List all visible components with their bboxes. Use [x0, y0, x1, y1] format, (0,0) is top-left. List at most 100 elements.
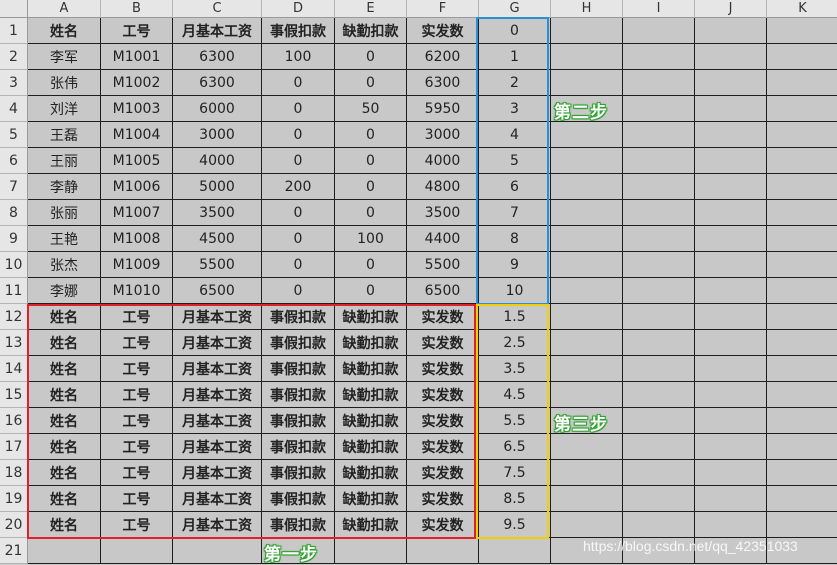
cell-i18[interactable] [623, 460, 695, 486]
cell-j10[interactable] [695, 252, 767, 278]
cell-a12[interactable]: 姓名 [28, 304, 101, 330]
cell-b13[interactable]: 工号 [101, 330, 173, 356]
cell-b20[interactable]: 工号 [101, 512, 173, 538]
cell-f5[interactable]: 3000 [407, 122, 479, 148]
cell-a16[interactable]: 姓名 [28, 408, 101, 434]
cell-k12[interactable] [767, 304, 837, 330]
row-header-19[interactable]: 19 [0, 486, 28, 512]
select-all-corner[interactable] [0, 0, 28, 18]
cell-a7[interactable]: 李静 [28, 174, 101, 200]
cell-b8[interactable]: M1007 [101, 200, 173, 226]
cell-g12[interactable]: 1.5 [479, 304, 551, 330]
cell-b17[interactable]: 工号 [101, 434, 173, 460]
cell-j15[interactable] [695, 382, 767, 408]
cell-f21[interactable] [407, 538, 479, 564]
row-header-15[interactable]: 15 [0, 382, 28, 408]
cell-g4[interactable]: 3 [479, 96, 551, 122]
cell-c16[interactable]: 月基本工资 [173, 408, 262, 434]
column-header-i[interactable]: I [623, 0, 695, 18]
cell-c19[interactable]: 月基本工资 [173, 486, 262, 512]
column-header-d[interactable]: D [262, 0, 335, 18]
cell-c14[interactable]: 月基本工资 [173, 356, 262, 382]
cell-g10[interactable]: 9 [479, 252, 551, 278]
cell-e6[interactable]: 0 [335, 148, 407, 174]
cell-g20[interactable]: 9.5 [479, 512, 551, 538]
column-header-b[interactable]: B [101, 0, 173, 18]
cell-b15[interactable]: 工号 [101, 382, 173, 408]
cell-i20[interactable] [623, 512, 695, 538]
cell-a1[interactable]: 姓名 [28, 18, 101, 44]
cell-c10[interactable]: 5500 [173, 252, 262, 278]
cell-k1[interactable] [767, 18, 837, 44]
cell-c8[interactable]: 3500 [173, 200, 262, 226]
cell-c5[interactable]: 3000 [173, 122, 262, 148]
cell-c13[interactable]: 月基本工资 [173, 330, 262, 356]
cell-a14[interactable]: 姓名 [28, 356, 101, 382]
cell-j5[interactable] [695, 122, 767, 148]
row-header-21[interactable]: 21 [0, 538, 28, 564]
cell-f20[interactable]: 实发数 [407, 512, 479, 538]
cell-g11[interactable]: 10 [479, 278, 551, 304]
cell-g8[interactable]: 7 [479, 200, 551, 226]
cell-i15[interactable] [623, 382, 695, 408]
cell-d9[interactable]: 0 [262, 226, 335, 252]
cell-h10[interactable] [551, 252, 623, 278]
cell-d3[interactable]: 0 [262, 70, 335, 96]
cell-d12[interactable]: 事假扣款 [262, 304, 335, 330]
cell-i14[interactable] [623, 356, 695, 382]
cell-a8[interactable]: 张丽 [28, 200, 101, 226]
cell-a19[interactable]: 姓名 [28, 486, 101, 512]
row-header-4[interactable]: 4 [0, 96, 28, 122]
cell-h3[interactable] [551, 70, 623, 96]
cell-b10[interactable]: M1009 [101, 252, 173, 278]
row-header-8[interactable]: 8 [0, 200, 28, 226]
cell-d6[interactable]: 0 [262, 148, 335, 174]
cell-j16[interactable] [695, 408, 767, 434]
cell-c3[interactable]: 6300 [173, 70, 262, 96]
cell-e20[interactable]: 缺勤扣款 [335, 512, 407, 538]
cell-b18[interactable]: 工号 [101, 460, 173, 486]
column-header-e[interactable]: E [335, 0, 407, 18]
cell-g19[interactable]: 8.5 [479, 486, 551, 512]
cell-f13[interactable]: 实发数 [407, 330, 479, 356]
cell-j3[interactable] [695, 70, 767, 96]
cell-h12[interactable] [551, 304, 623, 330]
cell-d5[interactable]: 0 [262, 122, 335, 148]
row-header-17[interactable]: 17 [0, 434, 28, 460]
row-header-16[interactable]: 16 [0, 408, 28, 434]
column-header-a[interactable]: A [28, 0, 101, 18]
cell-b6[interactable]: M1005 [101, 148, 173, 174]
cell-b1[interactable]: 工号 [101, 18, 173, 44]
cell-h18[interactable] [551, 460, 623, 486]
cell-f10[interactable]: 5500 [407, 252, 479, 278]
cell-c21[interactable] [173, 538, 262, 564]
cell-i13[interactable] [623, 330, 695, 356]
cell-f9[interactable]: 4400 [407, 226, 479, 252]
cell-a18[interactable]: 姓名 [28, 460, 101, 486]
column-header-k[interactable]: K [767, 0, 837, 18]
column-header-j[interactable]: J [695, 0, 767, 18]
cell-c7[interactable]: 5000 [173, 174, 262, 200]
cell-g6[interactable]: 5 [479, 148, 551, 174]
cell-c11[interactable]: 6500 [173, 278, 262, 304]
cell-e7[interactable]: 0 [335, 174, 407, 200]
cell-g1[interactable]: 0 [479, 18, 551, 44]
cell-j11[interactable] [695, 278, 767, 304]
cell-k10[interactable] [767, 252, 837, 278]
cell-b12[interactable]: 工号 [101, 304, 173, 330]
cell-d18[interactable]: 事假扣款 [262, 460, 335, 486]
cell-d8[interactable]: 0 [262, 200, 335, 226]
cell-j6[interactable] [695, 148, 767, 174]
cell-b5[interactable]: M1004 [101, 122, 173, 148]
cell-i10[interactable] [623, 252, 695, 278]
cell-e2[interactable]: 0 [335, 44, 407, 70]
cell-a11[interactable]: 李娜 [28, 278, 101, 304]
cell-g9[interactable]: 8 [479, 226, 551, 252]
cell-b16[interactable]: 工号 [101, 408, 173, 434]
cell-d20[interactable]: 事假扣款 [262, 512, 335, 538]
cell-e18[interactable]: 缺勤扣款 [335, 460, 407, 486]
cell-j17[interactable] [695, 434, 767, 460]
cell-g14[interactable]: 3.5 [479, 356, 551, 382]
cell-h5[interactable] [551, 122, 623, 148]
row-header-3[interactable]: 3 [0, 70, 28, 96]
